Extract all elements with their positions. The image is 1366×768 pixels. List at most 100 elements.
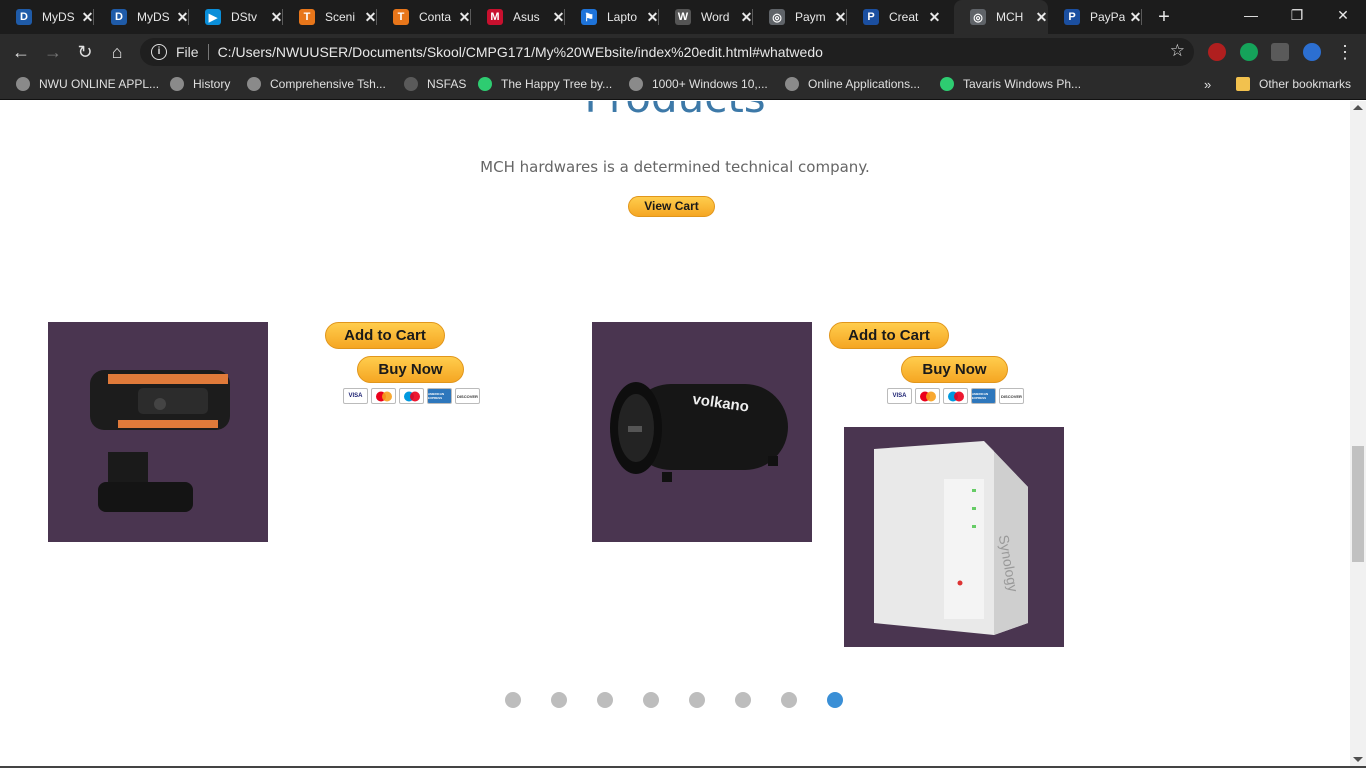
tab-strip: + — ❐ ✕ D MyDS ✕ D MyDS ✕ ▶ DStv ✕ T Sceni ✕ T Conta ✕… — [0, 0, 1366, 34]
tab-1[interactable]: D MyDS ✕ — [95, 0, 189, 34]
globe-icon — [16, 77, 30, 91]
omnibox-divider — [207, 44, 209, 60]
globe-icon — [785, 77, 799, 91]
home-button[interactable]: ⌂ — [104, 40, 130, 64]
visa-card-icon: VISA — [343, 388, 368, 404]
bookmarks-bar: » Other bookmarks NWU ONLINE APPL... Hist… — [0, 70, 1366, 100]
carousel-dot[interactable] — [689, 692, 705, 708]
bookmark-5[interactable]: 1000+ Windows 10,... — [629, 70, 768, 98]
carousel-dot[interactable] — [781, 692, 797, 708]
tab-0[interactable]: D MyDS ✕ — [0, 0, 94, 34]
bookmark-3[interactable]: NSFAS — [404, 70, 466, 98]
extensions-puzzle-icon[interactable] — [1271, 43, 1289, 61]
tab-4[interactable]: T Conta ✕ — [377, 0, 471, 34]
carousel-dot[interactable] — [551, 692, 567, 708]
maestro-icon — [399, 388, 424, 404]
tab-title: PayPa — [1090, 10, 1126, 24]
tab-title: Word — [701, 10, 730, 24]
carousel-dot[interactable] — [827, 692, 843, 708]
tree-icon — [940, 77, 954, 91]
back-button[interactable]: ← — [8, 40, 34, 64]
amex-icon: AMERICAN EXPRESS — [427, 388, 452, 404]
myds-icon: D — [111, 9, 127, 25]
paypal-icon: P — [863, 9, 879, 25]
add-to-cart-button-1[interactable]: Add to Cart — [325, 322, 445, 349]
dstv-play-icon: ▶ — [205, 9, 221, 25]
bookmark-2[interactable]: Comprehensive Tsh... — [247, 70, 386, 98]
discover-icon: DISCOVER — [455, 388, 480, 404]
bookmark-1[interactable]: History — [170, 70, 230, 98]
tab-10[interactable]: ◎ MCH ✕ — [954, 0, 1048, 34]
power-extension-icon[interactable] — [1303, 43, 1321, 61]
ublock-extension-icon[interactable] — [1208, 43, 1226, 61]
tab-close-icon[interactable]: ✕ — [928, 9, 941, 26]
window-close-button[interactable]: ✕ — [1320, 0, 1366, 30]
carousel-dot[interactable] — [735, 692, 751, 708]
address-bar[interactable]: i File C:/Users/NWUUSER/Documents/Skool/… — [140, 38, 1194, 66]
menu-kebab-icon[interactable]: ⋮ — [1332, 40, 1358, 64]
carousel-dot[interactable] — [505, 692, 521, 708]
product-image-nas: Synology — [844, 427, 1064, 647]
tab-title: Asus — [513, 10, 540, 24]
tab-close-icon[interactable]: ✕ — [1035, 9, 1048, 26]
mcafee-icon: M — [487, 9, 503, 25]
tab-8[interactable]: ◎ Paym ✕ — [753, 0, 847, 34]
buy-now-button-2[interactable]: Buy Now — [901, 356, 1008, 383]
tab-title: Sceni — [325, 10, 356, 24]
bookmark-label: History — [193, 77, 231, 91]
t-icon: T — [393, 9, 409, 25]
bookmark-star-icon[interactable]: ☆ — [1170, 41, 1185, 61]
bookmark-label: NSFAS — [427, 77, 467, 91]
scroll-up-arrow-icon[interactable] — [1353, 105, 1363, 110]
tab-9[interactable]: P Creat ✕ — [847, 0, 941, 34]
other-bookmarks[interactable]: Other bookmarks — [1236, 70, 1351, 98]
add-to-cart-button-2[interactable]: Add to Cart — [829, 322, 949, 349]
carousel-indicators — [505, 692, 843, 708]
minimize-button[interactable]: — — [1228, 0, 1274, 30]
web-page: Products MCH hardwares is a determined t… — [0, 101, 1350, 766]
page-heading: Products — [0, 101, 1350, 122]
buy-now-button-1[interactable]: Buy Now — [357, 356, 464, 383]
page-scrollbar[interactable] — [1350, 101, 1366, 766]
site-info-icon[interactable]: i — [151, 44, 167, 60]
carousel-dot[interactable] — [597, 692, 613, 708]
tab-6[interactable]: ⚑ Lapto ✕ — [565, 0, 659, 34]
carousel-dot[interactable] — [643, 692, 659, 708]
forward-button[interactable]: → — [40, 40, 66, 64]
reload-button[interactable]: ↻ — [72, 40, 98, 64]
bookmark-6[interactable]: Online Applications... — [785, 70, 920, 98]
bookmark-7[interactable]: Tavaris Windows Ph... — [940, 70, 1081, 98]
amex-icon: AMERICAN EXPRESS — [971, 388, 996, 404]
new-tab-button[interactable]: + — [1152, 6, 1176, 28]
scroll-down-arrow-icon[interactable] — [1353, 757, 1363, 762]
tab-3[interactable]: T Sceni ✕ — [283, 0, 377, 34]
tab-title: MyDS — [137, 10, 170, 24]
grammarly-extension-icon[interactable] — [1240, 43, 1258, 61]
product-image-speaker: volkano — [592, 322, 812, 542]
scrollbar-thumb[interactable] — [1352, 446, 1364, 562]
globe-icon: ◎ — [970, 9, 986, 25]
restore-button[interactable]: ❐ — [1274, 0, 1320, 30]
tagline: MCH hardwares is a determined technical … — [480, 158, 870, 176]
maestro-icon — [943, 388, 968, 404]
globe-icon — [247, 77, 261, 91]
tab-2[interactable]: ▶ DStv ✕ — [189, 0, 283, 34]
nas-image: Synology — [874, 441, 1028, 635]
card-logos-2: VISA AMERICAN EXPRESS DISCOVER — [887, 388, 1024, 404]
tab-11[interactable]: P PayPa ✕ — [1048, 0, 1142, 34]
bookmark-label: Tavaris Windows Ph... — [963, 77, 1082, 91]
bookmark-4[interactable]: The Happy Tree by... — [478, 70, 612, 98]
globe-icon: ◎ — [769, 9, 785, 25]
card-logos-1: VISA AMERICAN EXPRESS DISCOVER — [343, 388, 480, 404]
tab-7[interactable]: W Word ✕ — [659, 0, 753, 34]
url-text[interactable]: C:/Users/NWUUSER/Documents/Skool/CMPG171… — [218, 44, 823, 60]
view-cart-button[interactable]: View Cart — [628, 196, 715, 217]
bookmark-label: NWU ONLINE APPL... — [39, 77, 160, 91]
bookmark-0[interactable]: NWU ONLINE APPL... — [16, 70, 159, 98]
other-bookmarks-label: Other bookmarks — [1259, 77, 1352, 91]
bookmarks-overflow-chevron[interactable]: » — [1204, 70, 1211, 98]
tab-title: MCH — [996, 10, 1024, 24]
flag-icon: ⚑ — [581, 9, 597, 25]
tab-5[interactable]: M Asus ✕ — [471, 0, 565, 34]
product-image-webcam — [48, 322, 268, 542]
